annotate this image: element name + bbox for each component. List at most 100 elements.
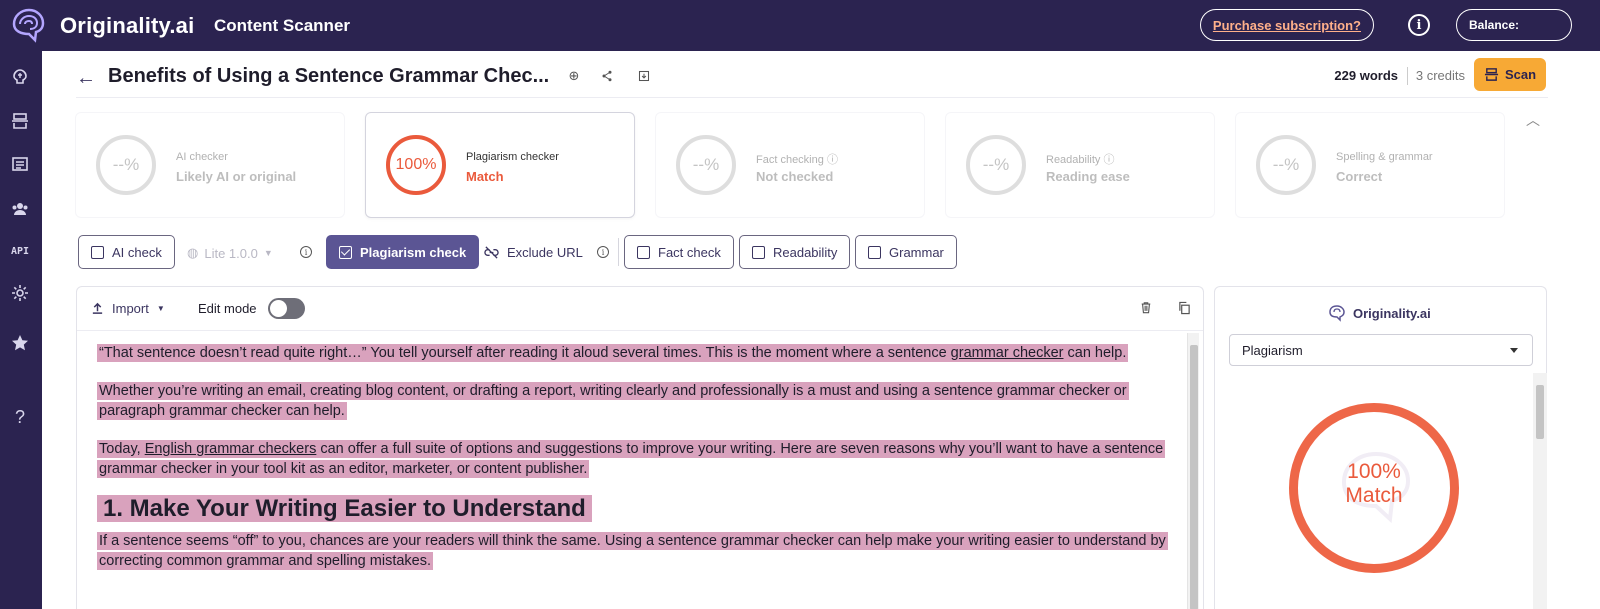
grammar-label: Grammar [889,244,944,260]
document-title[interactable]: Benefits of Using a Sentence Grammar Che… [108,65,549,88]
card-value: Correct [1336,169,1383,184]
copy-icon[interactable] [1178,301,1191,318]
word-count: 229 words [1334,68,1398,83]
info-icon[interactable]: i [300,246,312,258]
star-icon[interactable] [9,332,31,354]
section-heading: 1. Make Your Writing Easier to Understan… [97,493,1177,525]
paragraph: If a sentence seems “off” to you, chance… [97,532,1168,570]
plagiarism-score-ring: 100% [386,135,446,195]
toggle-divider [618,238,619,266]
library-icon[interactable] [9,153,31,175]
spelling-grammar-card[interactable]: --% Spelling & grammar Correct [1235,112,1505,218]
trash-icon[interactable] [1140,301,1152,317]
link-off-icon [484,246,499,259]
info-icon[interactable]: i [597,246,609,258]
result-panel: Originality.ai Plagiarism 100% Match [1214,286,1547,609]
paragraph: Whether you’re writing an email, creatin… [97,382,1129,420]
plagiarism-checker-card[interactable]: 100% Plagiarism checker Match [365,112,635,218]
card-value: Likely AI or original [176,169,297,184]
result-type-value: Plagiarism [1242,342,1303,358]
document-header: ← Benefits of Using a Sentence Grammar C… [76,58,1548,98]
plagiarism-check-label: Plagiarism check [360,244,467,260]
brand-name: Originality.ai [60,12,195,38]
edit-mode-label: Edit mode [198,301,257,316]
result-type-select[interactable]: Plagiarism [1229,334,1533,366]
fact-checking-card[interactable]: --% Fact checking ⓘ Not checked [655,112,925,218]
brain-icon[interactable] [9,66,31,88]
score-label: Match [1345,484,1403,507]
info-icon[interactable]: i [1408,14,1430,36]
chevron-down-icon: ▼ [156,304,165,313]
inline-link[interactable]: English grammar checkers [145,441,317,457]
scan-button[interactable]: Scan [1474,58,1546,91]
brand-logo[interactable]: Originality.ai [0,4,210,48]
model-icon: ◍ [187,245,199,260]
readability-score-ring: --% [966,135,1026,195]
balance-button[interactable]: Balance: [1456,9,1572,41]
plagiarism-check-toggle[interactable]: Plagiarism check [326,235,480,269]
api-icon[interactable]: API [9,240,31,262]
scanner-icon[interactable] [9,110,31,132]
top-bar: Originality.ai Content Scanner Purchase … [0,0,1600,51]
editor-scrollbar[interactable] [1187,333,1199,609]
readability-card[interactable]: --% Readability ⓘ Reading ease [945,112,1215,218]
card-label: Readability ⓘ [1046,154,1115,166]
chevron-up-icon[interactable]: ︿ [1526,110,1540,130]
ai-check-label: AI check [112,244,162,260]
plagiarism-score-ring: 100% Match [1289,403,1459,573]
brain-logo-icon [12,8,45,43]
model-version-select[interactable]: ◍ Lite 1.0.0 ▼ [187,245,273,261]
info-icon: ⓘ [826,154,838,166]
chevron-down-icon: ▼ [263,248,273,258]
info-icon: ⓘ [1103,154,1115,166]
card-label: Spelling & grammar [1336,151,1433,163]
card-label: Fact checking ⓘ [756,154,838,166]
inline-link[interactable]: grammar checker [951,345,1064,361]
ai-check-toggle[interactable]: AI check [78,235,175,269]
paragraph: Today, English grammar checkers can offe… [97,440,1166,478]
model-version-label: Lite 1.0.0 [204,245,258,261]
import-label: Import [112,301,149,316]
checkbox-checked-icon [339,245,352,259]
edit-mode-switch[interactable] [268,298,305,319]
scrollbar-thumb[interactable] [1190,345,1198,609]
gear-icon[interactable] [9,282,31,304]
editor-content[interactable]: “That sentence doesn’t read quite right…… [97,343,1177,589]
card-label: AI checker [176,151,228,163]
download-icon[interactable] [636,68,652,84]
exclude-url-label: Exclude URL [507,245,583,260]
panel-scrollbar[interactable] [1533,373,1547,609]
checkbox-icon [868,245,881,259]
content-editor: Import ▼ Edit mode “That sentence doesn’… [76,286,1204,609]
readability-toggle[interactable]: Readability [739,235,851,269]
app-title: Content Scanner [214,15,351,35]
share-icon[interactable] [599,68,615,84]
import-button[interactable]: Import ▼ [91,301,165,316]
checkbox-icon [91,245,104,259]
card-value: Not checked [756,169,834,184]
card-value: Reading ease [1046,169,1130,184]
purchase-subscription-button[interactable]: Purchase subscription? [1199,9,1374,41]
checkbox-icon [752,245,765,259]
help-icon[interactable]: ? [9,406,31,428]
score-percent: 100% [1347,460,1401,483]
header-separator [1407,67,1408,85]
readability-label: Readability [773,244,838,260]
back-arrow-icon[interactable]: ← [76,67,96,90]
credit-count: 3 credits [1415,68,1465,83]
fact-check-label: Fact check [658,244,721,260]
upload-icon [92,302,103,314]
fact-check-toggle[interactable]: Fact check [624,235,734,269]
team-icon[interactable] [9,198,31,220]
exclude-url-button[interactable]: Exclude URL [484,245,583,260]
sidebar: API ? [0,51,42,609]
ai-checker-card[interactable]: --% AI checker Likely AI or original [75,112,345,218]
add-circle-icon[interactable]: ⊕ [566,68,582,84]
grammar-score-ring: --% [1256,135,1316,195]
fact-score-ring: --% [676,135,736,195]
card-value: Match [466,169,504,184]
checkbox-icon [637,245,650,259]
panel-brand: Originality.ai [1327,303,1431,323]
grammar-toggle[interactable]: Grammar [855,235,957,269]
scrollbar-thumb[interactable] [1536,385,1544,439]
